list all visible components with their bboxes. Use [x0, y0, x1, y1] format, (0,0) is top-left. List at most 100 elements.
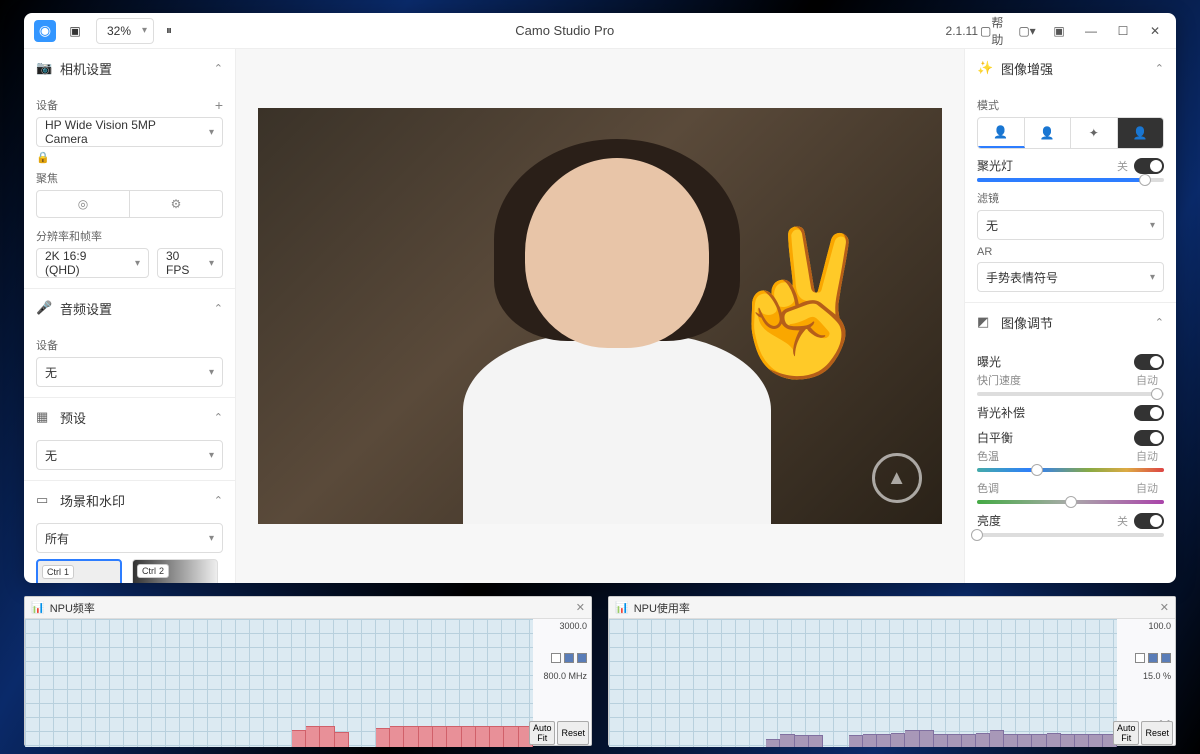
resolution-select[interactable]: 2K 16:9 (QHD) — [36, 248, 149, 278]
preset-select[interactable]: 无 — [36, 440, 223, 470]
reset-button[interactable]: Reset — [1141, 721, 1173, 745]
watermark-icon: ▲ — [872, 453, 922, 503]
close-button[interactable]: ✕ — [1140, 17, 1170, 45]
spotlight-label: 聚光灯 — [977, 157, 1117, 174]
scene-thumb-1[interactable]: Ctrl1 — [36, 559, 122, 583]
main-area: 📷 相机设置 ⌃ 设备 + HP Wide Vision 5MP Camera 🔒… — [24, 49, 1176, 583]
audio-device-select[interactable]: 无 — [36, 357, 223, 387]
chevron-up-icon: ⌃ — [214, 494, 223, 507]
mic-icon: 🎤 — [36, 300, 52, 316]
mode-desk-button[interactable]: 👤 — [1025, 118, 1072, 148]
filter-select[interactable]: 无 — [977, 210, 1164, 240]
chevron-up-icon: ⌃ — [1155, 316, 1164, 329]
wb-toggle[interactable] — [1134, 430, 1164, 446]
scene-section-title: 场景和水印 — [60, 491, 125, 510]
close-icon[interactable]: ✕ — [576, 601, 585, 614]
camera-device-select[interactable]: HP Wide Vision 5MP Camera — [36, 117, 223, 147]
close-icon[interactable]: ✕ — [1160, 601, 1169, 614]
scene-thumb-2[interactable]: Ctrl2 — [132, 559, 218, 583]
magic-icon: ✨ — [977, 60, 993, 76]
scene-icon: ▭ — [36, 492, 52, 508]
ar-select[interactable]: 手势表情符号 — [977, 262, 1164, 292]
chart-icon: 📊 — [615, 601, 629, 614]
chevron-up-icon: ⌃ — [1155, 62, 1164, 75]
mode-portrait-button[interactable]: 👤 — [978, 118, 1025, 148]
chevron-up-icon: ⌃ — [214, 411, 223, 424]
brightness-toggle[interactable] — [1134, 513, 1164, 529]
npu-usage-chart — [609, 619, 1117, 747]
record-button[interactable]: ▢▾ — [1012, 17, 1042, 45]
adjust-section-title: 图像调节 — [1001, 313, 1053, 332]
pause-button[interactable]: ⏸ — [154, 17, 184, 45]
backlight-toggle[interactable] — [1134, 405, 1164, 421]
fps-select[interactable]: 30 FPS — [157, 248, 223, 278]
zoom-value: 32% — [107, 24, 131, 38]
device-label: 设备 — [36, 97, 58, 113]
app-logo-icon: ◉ — [34, 20, 56, 42]
chart-icon: 📊 — [31, 601, 45, 614]
minimize-button[interactable]: — — [1076, 17, 1106, 45]
spotlight-toggle[interactable] — [1134, 158, 1164, 174]
preset-section-title: 预设 — [60, 408, 86, 427]
backlight-label: 背光补偿 — [977, 404, 1134, 421]
lock-icon: 🔒 — [36, 151, 223, 164]
version-label: 2.1.11 — [946, 24, 978, 38]
autofit-button[interactable]: Auto Fit — [1113, 721, 1140, 745]
npu-usage-panel: 📊NPU使用率✕ 100.0 15.0 % 0.0 Auto FitReset — [608, 596, 1176, 746]
peace-emoji-overlay: ✌️ — [713, 233, 887, 373]
sidebar-toggle-button[interactable]: ▣ — [60, 17, 90, 45]
exposure-toggle[interactable] — [1134, 354, 1164, 370]
chevron-up-icon: ⌃ — [214, 302, 223, 315]
help-menu[interactable]: ▢ 帮助 — [980, 17, 1010, 45]
tint-slider[interactable] — [1065, 496, 1077, 508]
audio-section-title: 音频设置 — [60, 299, 112, 318]
autofit-button[interactable]: Auto Fit — [529, 721, 556, 745]
titlebar: ◉ ▣ 32% ⏸ Camo Studio Pro 2.1.11 ▢ 帮助 ▢▾… — [24, 13, 1176, 49]
video-frame: ✌️ ▲ — [258, 108, 942, 525]
camera-section-header[interactable]: 📷 相机设置 ⌃ — [24, 49, 235, 87]
mode-effects-button[interactable]: ✦ — [1071, 118, 1118, 148]
brightness-label: 亮度 — [977, 512, 1117, 529]
focus-label: 聚焦 — [36, 170, 58, 186]
focus-auto-button[interactable]: ◎ — [36, 190, 130, 218]
focus-manual-button[interactable]: ⚙ — [130, 190, 223, 218]
exposure-label: 曝光 — [977, 353, 1134, 370]
npu-freq-chart — [25, 619, 533, 747]
scene-filter-select[interactable]: 所有 — [36, 523, 223, 553]
audio-section-header[interactable]: 🎤 音频设置 ⌃ — [24, 289, 235, 327]
enhance-section-title: 图像增强 — [1001, 59, 1053, 78]
tint-label: 色调 — [977, 480, 1136, 496]
shutter-label: 快门速度 — [977, 372, 1136, 388]
temp-label: 色温 — [977, 448, 1136, 464]
maximize-button[interactable]: ☐ — [1108, 17, 1138, 45]
brightness-slider[interactable] — [971, 529, 983, 541]
spotlight-slider[interactable] — [1139, 174, 1151, 186]
resolution-label: 分辨率和帧率 — [36, 228, 102, 244]
camera-section-title: 相机设置 — [60, 59, 112, 78]
app-window: ◉ ▣ 32% ⏸ Camo Studio Pro 2.1.11 ▢ 帮助 ▢▾… — [24, 13, 1176, 583]
video-preview: ✌️ ▲ — [236, 49, 964, 583]
camera-icon: 📷 — [36, 60, 52, 76]
scene-section-header[interactable]: ▭ 场景和水印 ⌃ — [24, 481, 235, 519]
reset-button[interactable]: Reset — [557, 721, 589, 745]
ar-label: AR — [977, 246, 992, 258]
right-panel: ✨ 图像增强 ⌃ 模式 👤 👤 ✦ 👤 聚光灯关 滤镜 无 — [964, 49, 1176, 583]
temp-slider[interactable] — [1031, 464, 1043, 476]
chevron-up-icon: ⌃ — [214, 62, 223, 75]
shutter-slider[interactable] — [1151, 388, 1163, 400]
npu-freq-panel: 📊NPU频率✕ 3000.0 800.0 MHz Auto FitReset — [24, 596, 592, 746]
left-sidebar: 📷 相机设置 ⌃ 设备 + HP Wide Vision 5MP Camera 🔒… — [24, 49, 236, 583]
add-device-button[interactable]: + — [215, 97, 223, 113]
panel-toggle-button[interactable]: ▣ — [1044, 17, 1074, 45]
zoom-select[interactable]: 32% — [96, 18, 154, 44]
preset-icon: ▦ — [36, 409, 52, 425]
enhance-section-header[interactable]: ✨ 图像增强 ⌃ — [965, 49, 1176, 87]
filter-label: 滤镜 — [977, 190, 999, 206]
audio-device-label: 设备 — [36, 337, 58, 353]
mode-dark-button[interactable]: 👤 — [1118, 118, 1164, 148]
adjust-icon: ◩ — [977, 314, 993, 330]
preset-section-header[interactable]: ▦ 预设 ⌃ — [24, 398, 235, 436]
adjust-section-header[interactable]: ◩ 图像调节 ⌃ — [965, 303, 1176, 341]
npu-freq-title: NPU频率 — [50, 600, 95, 616]
mode-label: 模式 — [977, 97, 999, 113]
